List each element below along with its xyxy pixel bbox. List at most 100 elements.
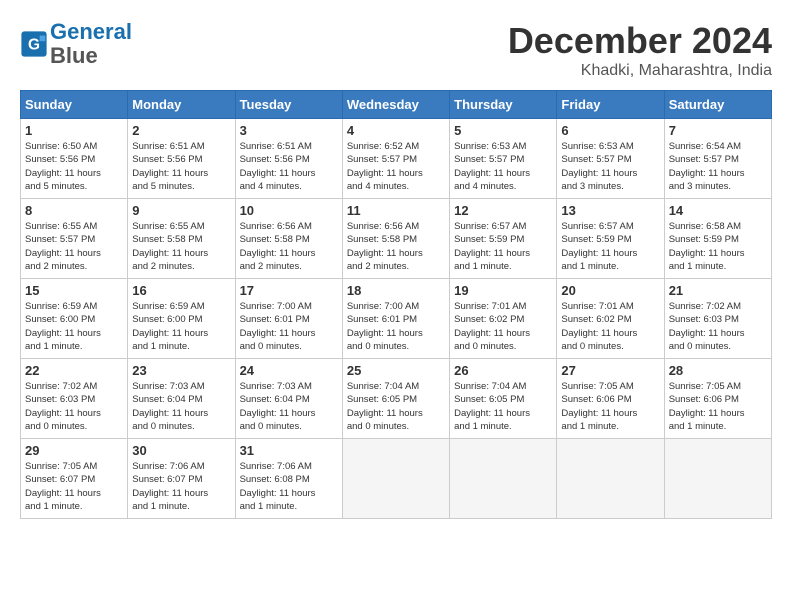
calendar-cell: 14 Sunrise: 6:58 AM Sunset: 5:59 PM Dayli… bbox=[664, 199, 771, 279]
day-info: Sunrise: 7:02 AM Sunset: 6:03 PM Dayligh… bbox=[25, 380, 123, 433]
day-number: 16 bbox=[132, 283, 230, 298]
calendar-cell bbox=[342, 439, 449, 519]
weekday-header: Saturday bbox=[664, 91, 771, 119]
day-info: Sunrise: 6:58 AM Sunset: 5:59 PM Dayligh… bbox=[669, 220, 767, 273]
day-info: Sunrise: 6:56 AM Sunset: 5:58 PM Dayligh… bbox=[347, 220, 445, 273]
day-number: 8 bbox=[25, 203, 123, 218]
day-info: Sunrise: 7:04 AM Sunset: 6:05 PM Dayligh… bbox=[454, 380, 552, 433]
day-number: 30 bbox=[132, 443, 230, 458]
calendar-cell: 23 Sunrise: 7:03 AM Sunset: 6:04 PM Dayli… bbox=[128, 359, 235, 439]
day-info: Sunrise: 7:05 AM Sunset: 6:06 PM Dayligh… bbox=[561, 380, 659, 433]
day-info: Sunrise: 6:55 AM Sunset: 5:57 PM Dayligh… bbox=[25, 220, 123, 273]
calendar-week-row: 15 Sunrise: 6:59 AM Sunset: 6:00 PM Dayli… bbox=[21, 279, 772, 359]
day-info: Sunrise: 6:52 AM Sunset: 5:57 PM Dayligh… bbox=[347, 140, 445, 193]
day-number: 4 bbox=[347, 123, 445, 138]
day-number: 17 bbox=[240, 283, 338, 298]
day-number: 15 bbox=[25, 283, 123, 298]
day-info: Sunrise: 7:02 AM Sunset: 6:03 PM Dayligh… bbox=[669, 300, 767, 353]
day-info: Sunrise: 7:00 AM Sunset: 6:01 PM Dayligh… bbox=[240, 300, 338, 353]
calendar-week-row: 22 Sunrise: 7:02 AM Sunset: 6:03 PM Dayli… bbox=[21, 359, 772, 439]
day-number: 18 bbox=[347, 283, 445, 298]
day-number: 7 bbox=[669, 123, 767, 138]
day-info: Sunrise: 6:50 AM Sunset: 5:56 PM Dayligh… bbox=[25, 140, 123, 193]
calendar-cell: 9Sunrise: 6:55 AM Sunset: 5:58 PM Daylig… bbox=[128, 199, 235, 279]
day-info: Sunrise: 6:51 AM Sunset: 5:56 PM Dayligh… bbox=[132, 140, 230, 193]
day-number: 27 bbox=[561, 363, 659, 378]
day-number: 1 bbox=[25, 123, 123, 138]
page-header: G General Blue December 2024 Khadki, Mah… bbox=[20, 20, 772, 80]
day-number: 23 bbox=[132, 363, 230, 378]
calendar-cell: 4 Sunrise: 6:52 AM Sunset: 5:57 PM Daylig… bbox=[342, 119, 449, 199]
calendar-cell: 6 Sunrise: 6:53 AM Sunset: 5:57 PM Daylig… bbox=[557, 119, 664, 199]
svg-text:G: G bbox=[28, 37, 40, 54]
calendar-cell: 2 Sunrise: 6:51 AM Sunset: 5:56 PM Daylig… bbox=[128, 119, 235, 199]
calendar-cell: 26 Sunrise: 7:04 AM Sunset: 6:05 PM Dayli… bbox=[450, 359, 557, 439]
day-info: Sunrise: 6:59 AM Sunset: 6:00 PM Dayligh… bbox=[25, 300, 123, 353]
calendar-week-row: 29 Sunrise: 7:05 AM Sunset: 6:07 PM Dayli… bbox=[21, 439, 772, 519]
calendar-cell: 15 Sunrise: 6:59 AM Sunset: 6:00 PM Dayli… bbox=[21, 279, 128, 359]
day-number: 26 bbox=[454, 363, 552, 378]
calendar-cell: 11 Sunrise: 6:56 AM Sunset: 5:58 PM Dayli… bbox=[342, 199, 449, 279]
day-info: Sunrise: 7:06 AM Sunset: 6:08 PM Dayligh… bbox=[240, 460, 338, 513]
calendar-cell: 19 Sunrise: 7:01 AM Sunset: 6:02 PM Dayli… bbox=[450, 279, 557, 359]
calendar-table: SundayMondayTuesdayWednesdayThursdayFrid… bbox=[20, 90, 772, 519]
calendar-cell: 22 Sunrise: 7:02 AM Sunset: 6:03 PM Dayli… bbox=[21, 359, 128, 439]
calendar-cell: 13 Sunrise: 6:57 AM Sunset: 5:59 PM Dayli… bbox=[557, 199, 664, 279]
day-info: Sunrise: 6:59 AM Sunset: 6:00 PM Dayligh… bbox=[132, 300, 230, 353]
month-title: December 2024 bbox=[508, 20, 772, 62]
day-number: 14 bbox=[669, 203, 767, 218]
day-number: 22 bbox=[25, 363, 123, 378]
calendar-cell bbox=[664, 439, 771, 519]
calendar-cell: 1 Sunrise: 6:50 AM Sunset: 5:56 PM Daylig… bbox=[21, 119, 128, 199]
calendar-week-row: 1 Sunrise: 6:50 AM Sunset: 5:56 PM Daylig… bbox=[21, 119, 772, 199]
calendar-cell: 24Sunrise: 7:03 AM Sunset: 6:04 PM Dayli… bbox=[235, 359, 342, 439]
calendar-cell: 16 Sunrise: 6:59 AM Sunset: 6:00 PM Dayli… bbox=[128, 279, 235, 359]
weekday-header: Friday bbox=[557, 91, 664, 119]
day-info: Sunrise: 6:51 AM Sunset: 5:56 PM Dayligh… bbox=[240, 140, 338, 193]
day-info: Sunrise: 7:03 AM Sunset: 6:04 PM Dayligh… bbox=[132, 380, 230, 433]
day-info: Sunrise: 7:05 AM Sunset: 6:07 PM Dayligh… bbox=[25, 460, 123, 513]
location-title: Khadki, Maharashtra, India bbox=[508, 62, 772, 80]
logo-icon: G bbox=[20, 30, 48, 58]
day-info: Sunrise: 7:01 AM Sunset: 6:02 PM Dayligh… bbox=[454, 300, 552, 353]
day-number: 2 bbox=[132, 123, 230, 138]
day-info: Sunrise: 7:01 AM Sunset: 6:02 PM Dayligh… bbox=[561, 300, 659, 353]
day-number: 29 bbox=[25, 443, 123, 458]
day-info: Sunrise: 6:57 AM Sunset: 5:59 PM Dayligh… bbox=[561, 220, 659, 273]
day-number: 10 bbox=[240, 203, 338, 218]
day-info: Sunrise: 6:53 AM Sunset: 5:57 PM Dayligh… bbox=[454, 140, 552, 193]
day-number: 13 bbox=[561, 203, 659, 218]
day-info: Sunrise: 6:55 AM Sunset: 5:58 PM Dayligh… bbox=[132, 220, 230, 273]
calendar-cell: 7Sunrise: 6:54 AM Sunset: 5:57 PM Daylig… bbox=[664, 119, 771, 199]
calendar-cell: 29 Sunrise: 7:05 AM Sunset: 6:07 PM Dayli… bbox=[21, 439, 128, 519]
day-number: 3 bbox=[240, 123, 338, 138]
day-number: 19 bbox=[454, 283, 552, 298]
calendar-header-row: SundayMondayTuesdayWednesdayThursdayFrid… bbox=[21, 91, 772, 119]
calendar-body: 1 Sunrise: 6:50 AM Sunset: 5:56 PM Daylig… bbox=[21, 119, 772, 519]
day-info: Sunrise: 6:53 AM Sunset: 5:57 PM Dayligh… bbox=[561, 140, 659, 193]
logo-text: General Blue bbox=[50, 20, 132, 68]
day-number: 24 bbox=[240, 363, 338, 378]
day-number: 20 bbox=[561, 283, 659, 298]
calendar-cell: 31 Sunrise: 7:06 AM Sunset: 6:08 PM Dayli… bbox=[235, 439, 342, 519]
day-number: 31 bbox=[240, 443, 338, 458]
calendar-cell: 12Sunrise: 6:57 AM Sunset: 5:59 PM Dayli… bbox=[450, 199, 557, 279]
calendar-cell: 18Sunrise: 7:00 AM Sunset: 6:01 PM Dayli… bbox=[342, 279, 449, 359]
calendar-cell bbox=[557, 439, 664, 519]
logo: G General Blue bbox=[20, 20, 132, 68]
weekday-header: Monday bbox=[128, 91, 235, 119]
day-info: Sunrise: 6:57 AM Sunset: 5:59 PM Dayligh… bbox=[454, 220, 552, 273]
calendar-cell: 30Sunrise: 7:06 AM Sunset: 6:07 PM Dayli… bbox=[128, 439, 235, 519]
calendar-cell: 5Sunrise: 6:53 AM Sunset: 5:57 PM Daylig… bbox=[450, 119, 557, 199]
weekday-header: Wednesday bbox=[342, 91, 449, 119]
day-number: 11 bbox=[347, 203, 445, 218]
day-number: 25 bbox=[347, 363, 445, 378]
day-number: 6 bbox=[561, 123, 659, 138]
title-block: December 2024 Khadki, Maharashtra, India bbox=[508, 20, 772, 80]
calendar-week-row: 8 Sunrise: 6:55 AM Sunset: 5:57 PM Daylig… bbox=[21, 199, 772, 279]
calendar-cell: 10 Sunrise: 6:56 AM Sunset: 5:58 PM Dayli… bbox=[235, 199, 342, 279]
weekday-header: Sunday bbox=[21, 91, 128, 119]
calendar-cell: 27 Sunrise: 7:05 AM Sunset: 6:06 PM Dayli… bbox=[557, 359, 664, 439]
day-info: Sunrise: 6:56 AM Sunset: 5:58 PM Dayligh… bbox=[240, 220, 338, 273]
weekday-header: Thursday bbox=[450, 91, 557, 119]
